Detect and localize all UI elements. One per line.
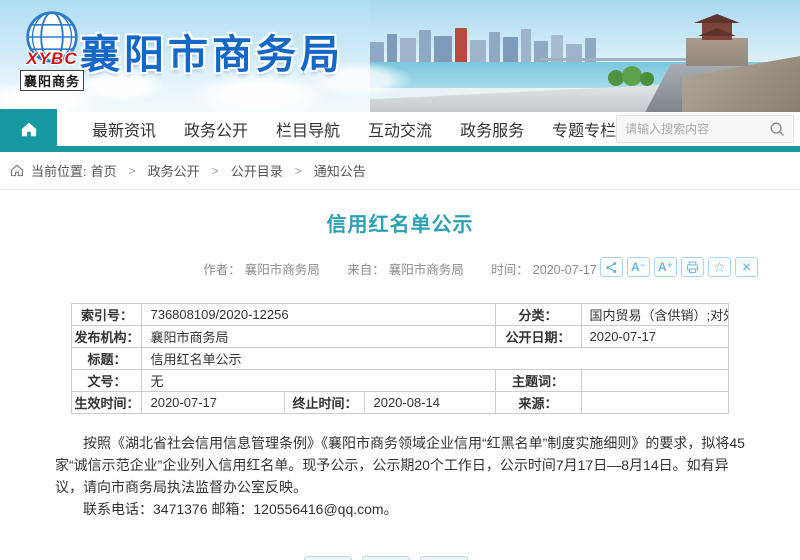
title-value: 信用红名单公示 [141,347,729,370]
nav-item-news[interactable]: 最新资讯 [92,117,156,141]
end-value: 2020-08-14 [364,391,496,414]
table-row: 发布机构： 襄阳市商务局 公开日期： 2020-07-17 [71,325,729,348]
font-increase-icon: A⁺ [658,260,673,274]
share-button[interactable] [600,257,623,277]
nav-item-interaction[interactable]: 互动交流 [368,117,432,141]
contact-line: 联系电话：3471376 邮箱：120556416@qq.com。 [83,501,398,517]
nav-items: 最新资讯 政务公开 栏目导航 互动交流 政务服务 专题专栏 [92,117,616,141]
page: XYBC 襄阳商务 襄阳市商务局 最新资讯 政务公开 栏目导航 互动交流 政务服… [0,0,800,560]
photo-tree [640,72,654,86]
photo-bridge [540,58,710,61]
meta-time-label: 时间： [491,263,529,277]
site-logo: XYBC 襄阳商务 [13,10,91,91]
share-icon [606,261,617,273]
article-meta-row: 作者： 襄阳市商务局 来自： 襄阳市商务局 时间： 2020-07-17 A⁻ A⁺ [0,257,800,281]
effective-label: 生效时间： [71,391,143,414]
index-label: 索引号： [71,303,143,326]
table-row: 标题： 信用红名单公示 [71,347,729,370]
agency-value: 襄阳市商务局 [141,325,496,348]
banner-cityscape-photo [370,0,800,112]
category-label: 分类： [494,303,582,326]
index-value: 736808109/2020-12256 [141,303,496,326]
search-input[interactable] [625,122,770,136]
table-row: 文号： 无 主题词： [71,369,729,392]
logo-name: 襄阳商务 [19,70,84,91]
breadcrumb-home[interactable]: 首页 [91,161,117,180]
breadcrumb-gov-open[interactable]: 政务公开 [148,161,200,180]
article-toolbar: A⁻ A⁺ ☆ ✕ [600,257,758,277]
article-body: 按照《湖北省社会信用信息管理条例》《襄阳市商务领域企业信用“红黑名单”制度实施细… [55,432,745,520]
document-info-table: 索引号： 736808109/2020-12256 分类： 国内贸易（含供销）;… [71,303,729,414]
photo-skyline [370,26,640,62]
effective-value: 2020-07-17 [141,391,286,414]
home-icon [21,122,36,136]
close-icon: ✕ [741,260,752,274]
font-decrease-button[interactable]: A⁻ [627,257,650,277]
pubdate-value: 2020-07-17 [580,325,729,348]
keyword-value [580,369,729,392]
pubdate-label: 公开日期： [494,325,582,348]
main-nav: 最新资讯 政务公开 栏目导航 互动交流 政务服务 专题专栏 [0,109,800,152]
breadcrumb-notices[interactable]: 通知公告 [314,161,366,180]
breadcrumb-separator: > [294,163,302,178]
article-paragraph: 按照《湖北省社会信用信息管理条例》《襄阳市商务领域企业信用“红黑名单”制度实施细… [55,435,745,495]
agency-label: 发布机构： [71,325,143,348]
table-row: 索引号： 736808109/2020-12256 分类： 国内贸易（含供销）;… [71,303,729,326]
title-label: 标题： [71,347,143,370]
bottom-button-2[interactable] [362,556,410,560]
bottom-buttons [0,556,772,560]
font-decrease-icon: A⁻ [631,260,646,274]
meta-source-label: 来自： [347,263,385,277]
search-icon[interactable] [769,121,785,137]
meta-source: 襄阳市商务局 [388,263,464,277]
nav-item-services[interactable]: 政务服务 [460,117,524,141]
category-value: 国内贸易（含供销）;对外贸易 [580,303,729,326]
bottom-button-3[interactable] [420,556,468,560]
source-label: 来源： [494,391,582,414]
meta-author-label: 作者： [203,263,241,277]
search-box [616,115,795,143]
page-title: 信用红名单公示 [326,214,474,236]
breadcrumb: 当前位置: 首页 > 政务公开 > 公开目录 > 通知公告 [0,152,800,190]
site-banner: XYBC 襄阳商务 襄阳市商务局 [0,0,800,112]
docno-label: 文号： [71,369,143,392]
keyword-label: 主题词： [494,369,582,392]
source-value [580,391,729,414]
star-icon: ☆ [713,258,726,275]
breadcrumb-home-icon [10,164,24,177]
end-label: 终止时间： [284,391,366,414]
breadcrumb-separator: > [211,163,219,178]
photo-gate-tower [686,38,748,66]
printer-icon [686,261,699,273]
photo-pagoda-roof [698,28,736,36]
meta-author: 襄阳市商务局 [244,263,320,277]
nav-item-topics[interactable]: 专题专栏 [552,117,616,141]
breadcrumb-prefix: 当前位置: [31,164,87,179]
home-button[interactable] [0,109,57,149]
font-increase-button[interactable]: A⁺ [654,257,677,277]
close-button[interactable]: ✕ [735,257,758,277]
photo-tree [622,66,642,86]
nav-item-columns[interactable]: 栏目导航 [276,117,340,141]
docno-value: 无 [141,369,496,392]
photo-pagoda-roof [694,14,740,23]
site-title: 襄阳市商务局 [80,33,344,77]
table-row: 生效时间： 2020-07-17 终止时间： 2020-08-14 来源： [71,391,729,414]
breadcrumb-catalog[interactable]: 公开目录 [231,161,283,180]
meta-time: 2020-07-17 [532,263,597,277]
nav-item-gov-open[interactable]: 政务公开 [184,117,248,141]
bottom-button-1[interactable] [304,556,352,560]
logo-abbr: XYBC [26,49,78,68]
breadcrumb-separator: > [128,163,136,178]
print-button[interactable] [681,257,704,277]
favorite-button[interactable]: ☆ [708,257,731,277]
